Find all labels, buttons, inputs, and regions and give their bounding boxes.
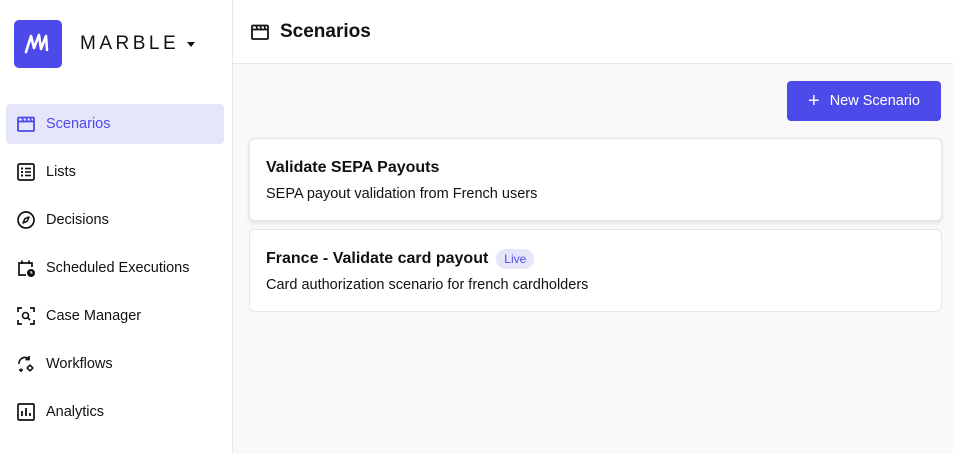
new-scenario-button[interactable]: + New Scenario — [787, 81, 941, 121]
marble-logo-icon — [14, 20, 62, 68]
sidebar-item-analytics[interactable]: Analytics — [6, 392, 224, 432]
sync-gear-icon — [16, 354, 36, 374]
bar-chart-icon — [16, 402, 36, 422]
sidebar-item-label: Scheduled Executions — [46, 260, 190, 276]
list-icon — [16, 162, 36, 182]
sidebar-item-lists[interactable]: Lists — [6, 152, 224, 192]
caret-down-icon — [187, 41, 196, 47]
sidebar-nav: Scenarios Lists Decisions Scheduled Exec… — [6, 104, 224, 440]
sidebar-item-workflows[interactable]: Workflows — [6, 344, 224, 384]
sidebar-item-label: Case Manager — [46, 308, 142, 324]
sidebar-item-case-manager[interactable]: Case Manager — [6, 296, 224, 336]
scenario-description: Card authorization scenario for french c… — [266, 277, 589, 293]
scenario-title: France - Validate card payout — [266, 250, 489, 267]
scenario-description: SEPA payout validation from French users — [266, 186, 538, 202]
sidebar-item-label: Workflows — [46, 356, 113, 372]
sidebar-item-label: Decisions — [46, 212, 109, 228]
compass-icon — [16, 210, 36, 230]
scenario-card[interactable]: France - Validate card payout Live Card … — [249, 229, 942, 312]
scenario-title: Validate SEPA Payouts — [266, 159, 440, 176]
scenario-card[interactable]: Validate SEPA Payouts SEPA payout valida… — [249, 138, 942, 221]
sidebar-item-scheduled-executions[interactable]: Scheduled Executions — [6, 248, 224, 288]
sidebar: MARBLE Scenarios Lists Decisions Schedul… — [0, 0, 233, 454]
scan-search-icon — [16, 306, 36, 326]
sidebar-item-label: Scenarios — [46, 116, 111, 132]
brand-name: MARBLE — [80, 33, 180, 54]
plus-icon: + — [808, 90, 820, 112]
main-content: Scenarios + New Scenario Validate SEPA P… — [233, 0, 953, 454]
page-header: Scenarios — [233, 0, 953, 64]
sidebar-item-label: Lists — [46, 164, 76, 180]
calendar-clock-icon — [16, 258, 36, 278]
page-title: Scenarios — [280, 20, 371, 42]
clapperboard-icon — [16, 114, 36, 134]
new-scenario-label: New Scenario — [829, 93, 920, 109]
sidebar-item-label: Analytics — [46, 404, 105, 420]
clapperboard-icon — [250, 22, 270, 42]
sidebar-item-decisions[interactable]: Decisions — [6, 200, 224, 240]
org-switcher[interactable]: MARBLE — [14, 20, 196, 68]
live-badge: Live — [496, 249, 535, 269]
sidebar-item-scenarios[interactable]: Scenarios — [6, 104, 224, 144]
